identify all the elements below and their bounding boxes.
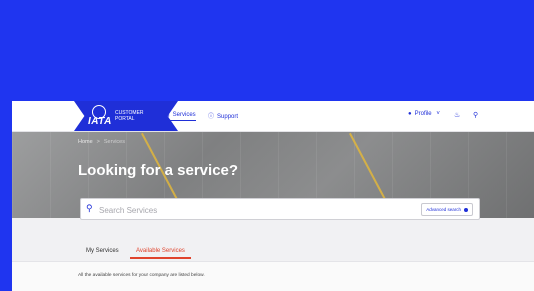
search-icon[interactable]: ⚲ (473, 111, 478, 119)
page-title: Looking for a service? (78, 162, 239, 179)
tab-available-services[interactable]: Available Services (130, 248, 191, 259)
search-input[interactable] (97, 202, 421, 218)
nav-services-label: Services (172, 112, 196, 118)
advanced-search-button[interactable]: Advanced search (421, 203, 473, 216)
nav-profile-menu[interactable]: ● Profile ˅ (408, 111, 440, 117)
chevron-down-icon: ˅ (436, 111, 440, 117)
breadcrumb-separator: > (96, 139, 100, 145)
tab-my-services[interactable]: My Services (86, 248, 119, 257)
service-search-bar: ⚲ Advanced search (80, 198, 480, 220)
logo-subtitle: CUSTOMER PORTAL (115, 110, 144, 122)
bell-icon[interactable]: ♨ (454, 111, 460, 119)
plus-icon (464, 207, 468, 212)
nav-profile-label: Profile (414, 111, 432, 117)
help-circle-icon: ⓘ (208, 114, 215, 120)
top-navigation-bar: IATA CUSTOMER PORTAL ▦ Services ⓘ Support … (12, 101, 534, 132)
user-icon: ● (408, 111, 412, 117)
search-icon: ⚲ (86, 203, 93, 213)
nav-support-link[interactable]: ⓘ Support (208, 111, 238, 120)
grid-icon: ▦ (164, 112, 170, 118)
nav-services-link[interactable]: ▦ Services (164, 111, 196, 121)
logo-text: IATA (88, 116, 112, 127)
services-tabs: My Services Available Services (12, 248, 534, 262)
helper-text: All the available services for your comp… (78, 273, 205, 278)
portal-window: IATA CUSTOMER PORTAL ▦ Services ⓘ Support … (12, 101, 534, 291)
tabs-divider (12, 261, 534, 262)
nav-support-label: Support (217, 114, 239, 120)
breadcrumb-home[interactable]: Home (78, 139, 93, 145)
advanced-search-label: Advanced search (426, 207, 461, 212)
breadcrumb: Home > Services (78, 139, 125, 145)
breadcrumb-current: Services (103, 139, 125, 145)
